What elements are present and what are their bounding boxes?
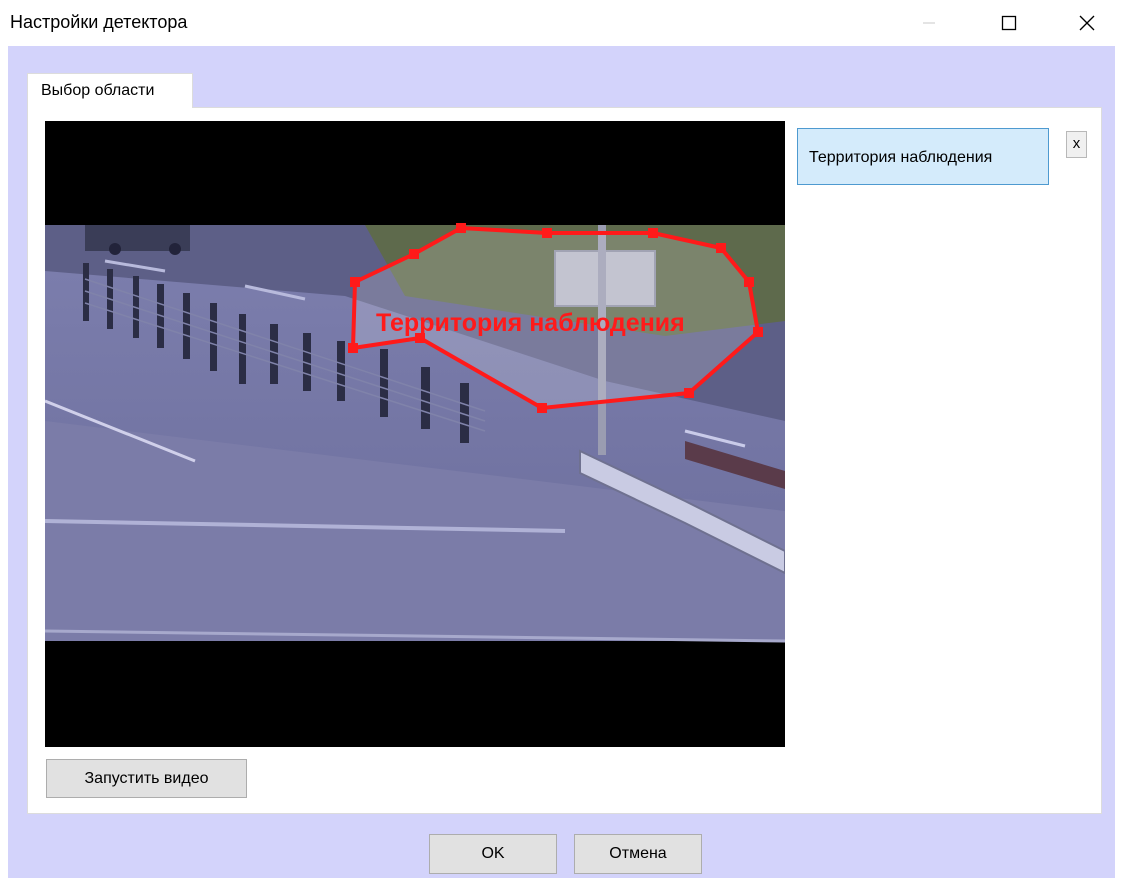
close-icon: [1079, 15, 1095, 31]
window-title: Настройки детектора: [10, 12, 188, 32]
minimize-icon: [923, 22, 935, 24]
cancel-button[interactable]: Отмена: [574, 834, 702, 874]
detector-settings-window: Настройки детектора Выбор области Террит…: [0, 0, 1123, 886]
maximize-button[interactable]: [986, 0, 1032, 46]
delete-region-button[interactable]: x: [1066, 131, 1087, 158]
zone-label: Территория наблюдения: [376, 309, 685, 337]
region-list-item[interactable]: Территория наблюдения: [797, 128, 1049, 185]
ok-button[interactable]: OK: [429, 834, 557, 874]
minimize-button[interactable]: [906, 0, 952, 46]
close-button[interactable]: [1064, 0, 1110, 46]
maximize-icon: [1001, 15, 1017, 31]
run-video-button[interactable]: Запустить видео: [46, 759, 247, 798]
tab-area-selection[interactable]: Выбор области: [27, 73, 193, 108]
title-bar: Настройки детектора: [0, 0, 1123, 46]
video-preview[interactable]: Территория наблюдения: [45, 121, 785, 747]
video-frame-image: Территория наблюдения: [45, 121, 785, 747]
